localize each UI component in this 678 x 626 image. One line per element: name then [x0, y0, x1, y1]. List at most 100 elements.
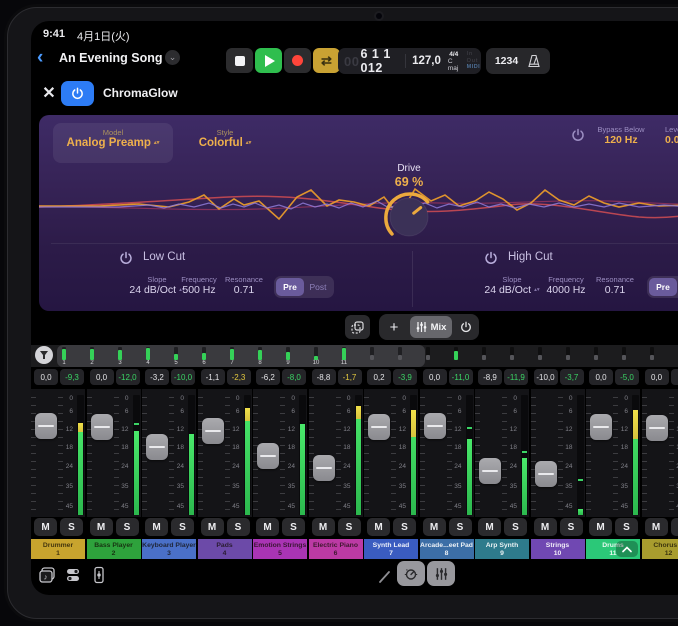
overview-channel-meter[interactable]	[530, 347, 550, 360]
style-selector[interactable]: Style Colorful▴▾	[177, 123, 273, 149]
overview-channel-meter[interactable]	[586, 347, 606, 360]
volume-fader[interactable]	[535, 461, 557, 487]
solo-button[interactable]: S	[60, 518, 83, 536]
track-name-band[interactable]: Strings 10	[531, 539, 585, 559]
solo-button[interactable]: S	[171, 518, 194, 536]
mute-button[interactable]: M	[534, 518, 557, 536]
mute-button[interactable]: M	[90, 518, 113, 536]
volume-fader[interactable]	[424, 413, 446, 439]
volume-value[interactable]: 0,0	[423, 369, 447, 385]
solo-button[interactable]: S	[393, 518, 416, 536]
volume-fader[interactable]	[35, 413, 57, 439]
peak-level-value[interactable]: -5,0	[615, 369, 639, 385]
pre-option[interactable]: Pre	[276, 278, 304, 296]
overview-channel-meter[interactable]	[418, 347, 438, 360]
track-name-band[interactable]: Electric Piano 6	[309, 539, 363, 559]
volume-value[interactable]: 0,0	[90, 369, 114, 385]
peak-level-value[interactable]	[671, 369, 678, 385]
mute-button[interactable]: M	[367, 518, 390, 536]
mix-view-button[interactable]: Mix	[410, 316, 452, 338]
solo-button[interactable]: S	[449, 518, 472, 536]
tracks-view-icon[interactable]	[63, 565, 83, 585]
overview-channel-meter[interactable]: 4	[138, 347, 158, 367]
high-cut-slope-field[interactable]: Slope 24 dB/Oct▴▾	[481, 275, 543, 296]
overview-channel-meter[interactable]: 8	[250, 347, 270, 367]
volume-fader[interactable]	[646, 415, 668, 441]
knob-view-button[interactable]	[397, 561, 425, 586]
volume-value[interactable]: -3,2	[145, 369, 169, 385]
volume-value[interactable]: -8,8	[312, 369, 336, 385]
high-cut-resonance-field[interactable]: Resonance 0.71	[586, 275, 644, 296]
bypass-below-field[interactable]: Bypass Below 120 Hz	[584, 125, 658, 146]
track-name-band[interactable]: Emotion Strings 5	[253, 539, 307, 559]
peak-level-value[interactable]: -12,0	[116, 369, 140, 385]
peak-level-value[interactable]: -1,7	[338, 369, 362, 385]
overview-channel-meter[interactable]: 9	[278, 347, 298, 367]
track-name-band[interactable]: Keyboard Player 3	[142, 539, 196, 559]
metronome-icon[interactable]	[527, 54, 541, 68]
solo-button[interactable]: S	[227, 518, 250, 536]
overview-channel-meter[interactable]	[446, 347, 466, 360]
song-title[interactable]: An Evening Song	[59, 51, 162, 65]
model-selector[interactable]: Model Analog Preamp▴▾	[53, 123, 173, 163]
volume-fader[interactable]	[368, 414, 390, 440]
mute-button[interactable]: M	[589, 518, 612, 536]
volume-value[interactable]: -10,0	[534, 369, 558, 385]
volume-fader[interactable]	[313, 455, 335, 481]
overview-channel-meter[interactable]: 3	[110, 347, 130, 367]
volume-value[interactable]: -1,1	[201, 369, 225, 385]
volume-fader[interactable]	[202, 418, 224, 444]
mute-button[interactable]: M	[312, 518, 335, 536]
channel-power-button[interactable]	[453, 316, 479, 338]
play-button[interactable]	[255, 48, 282, 73]
peak-level-value[interactable]: -11,0	[449, 369, 473, 385]
overview-channel-meter[interactable]: 7	[222, 347, 242, 367]
close-plugin-icon[interactable]: ✕	[40, 83, 58, 103]
mute-button[interactable]: M	[145, 518, 168, 536]
overview-channel-meter[interactable]	[362, 347, 382, 360]
overview-channel-meter[interactable]: 10	[306, 347, 326, 367]
peak-level-value[interactable]: -9,3	[60, 369, 84, 385]
track-name-band[interactable]: Synth Lead 7	[364, 539, 418, 559]
overview-channel-meter[interactable]	[558, 347, 578, 360]
volume-value[interactable]: 0,0	[34, 369, 58, 385]
track-name-band[interactable]: Drummer 1	[31, 539, 85, 559]
overview-channel-meter[interactable]: 11	[334, 347, 354, 367]
mute-button[interactable]: M	[201, 518, 224, 536]
overview-channel-meter[interactable]	[474, 347, 494, 360]
post-option[interactable]: Post	[304, 278, 332, 296]
overview-channel-meter[interactable]	[642, 347, 662, 360]
level-field[interactable]: Level 0.0	[665, 125, 678, 146]
mute-button[interactable]: M	[478, 518, 501, 536]
solo-button[interactable]: S	[282, 518, 305, 536]
back-icon[interactable]: ‹	[37, 45, 43, 71]
channel-strip-view-icon[interactable]	[89, 565, 109, 585]
overview-channel-meter[interactable]	[502, 347, 522, 360]
solo-button[interactable]: S	[671, 518, 678, 536]
bypass-power-icon[interactable]	[571, 128, 585, 142]
track-name-band[interactable]: Drums 11	[586, 539, 640, 559]
duplicate-button[interactable]	[345, 315, 370, 339]
volume-value[interactable]: 0,2	[367, 369, 391, 385]
volume-fader[interactable]	[257, 443, 279, 469]
peak-level-value[interactable]: -2,3	[227, 369, 251, 385]
pre-option[interactable]: Pre	[649, 278, 677, 296]
volume-value[interactable]: -8,9	[478, 369, 502, 385]
solo-button[interactable]: S	[116, 518, 139, 536]
track-name-band[interactable]: Pads 4	[198, 539, 252, 559]
collapse-chevron-button[interactable]	[616, 541, 638, 557]
mute-button[interactable]: M	[256, 518, 279, 536]
peak-level-value[interactable]: -3,7	[560, 369, 584, 385]
overview-channel-meter[interactable]: 5	[166, 347, 186, 367]
filter-icon[interactable]	[35, 346, 53, 364]
mute-button[interactable]: M	[645, 518, 668, 536]
faders-view-button[interactable]	[427, 561, 455, 586]
volume-fader[interactable]	[590, 414, 612, 440]
lcd-display[interactable]: 00 6 1 1 012 127,0 4/4 C maj In Out MIDI	[338, 48, 481, 74]
edit-pencil-icon[interactable]	[375, 567, 395, 587]
browsers-icon[interactable]: ♪	[37, 565, 57, 585]
volume-value[interactable]: -6,2	[256, 369, 280, 385]
stop-button[interactable]	[226, 48, 253, 73]
volume-value[interactable]: 0,0	[589, 369, 613, 385]
track-name-band[interactable]: Bass Player 2	[87, 539, 141, 559]
